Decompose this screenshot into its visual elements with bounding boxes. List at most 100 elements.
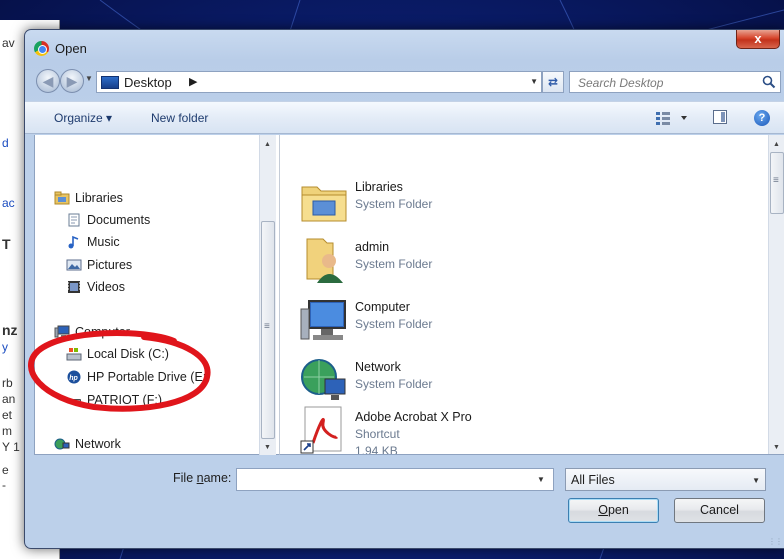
forward-button[interactable]: ▶ — [60, 69, 84, 93]
file-name: Network — [355, 360, 401, 374]
music-icon — [66, 235, 82, 249]
command-toolbar: Organize ▾ New folder ? — [25, 101, 784, 134]
address-location[interactable]: Desktop — [124, 75, 172, 90]
file-item[interactable]: Libraries System Folder — [299, 175, 432, 231]
nav-item-label: Pictures — [87, 258, 133, 272]
search-input[interactable]: Search Desktop — [578, 76, 663, 90]
organize-button[interactable]: Organize ▾ — [54, 111, 112, 125]
nav-item-label: Libraries — [75, 191, 123, 205]
back-arrow-icon: ◀ — [42, 73, 54, 89]
nav-item-patriot-f[interactable]: PATRIOT (F:) — [66, 391, 162, 409]
svg-text:hp: hp — [69, 375, 78, 382]
file-type: System Folder — [355, 197, 433, 211]
help-icon[interactable]: ? — [754, 110, 770, 126]
back-button[interactable]: ◀ — [36, 69, 60, 93]
nav-item-local-disk-c[interactable]: Local Disk (C:) — [66, 345, 169, 363]
background-text-fragment: - — [2, 478, 6, 492]
file-list-scroll-thumb[interactable] — [770, 152, 784, 214]
nav-item-hp-portable-drive-e[interactable]: hp HP Portable Drive (E:) — [66, 368, 210, 386]
navigation-scrollbar[interactable]: ▲ ▼ — [259, 135, 276, 455]
background-text-fragment: e — [2, 463, 9, 477]
videos-icon — [66, 280, 82, 294]
resize-grip[interactable]: ⋮⋮ — [768, 537, 783, 546]
nav-item-label: PATRIOT (F:) — [87, 393, 162, 407]
nav-item-pictures[interactable]: Pictures — [66, 256, 132, 274]
address-bar[interactable]: Desktop ▶ ▼ — [96, 71, 542, 93]
background-text-fragment: Y 1 — [2, 440, 20, 454]
file-item[interactable]: Computer System Folder — [299, 295, 432, 351]
background-text-fragment: av — [2, 36, 15, 50]
file-item[interactable]: Network System Folder — [299, 355, 432, 411]
nav-item-libraries[interactable]: Libraries — [54, 189, 123, 207]
nav-item-label: Local Disk (C:) — [87, 347, 169, 361]
file-item-text: Computer System Folder — [355, 295, 432, 351]
scroll-down-icon[interactable]: ▼ — [264, 444, 271, 451]
background-text-fragment: d — [2, 136, 9, 150]
title-bar[interactable]: Open x — [25, 30, 784, 62]
background-text-fragment: rb — [2, 376, 13, 390]
local-disk-icon — [66, 347, 82, 361]
file-item[interactable]: Adobe Acrobat X Pro Shortcut 1.94 KB — [299, 405, 472, 455]
file-type: System Folder — [355, 377, 433, 391]
new-folder-button[interactable]: New folder — [151, 111, 208, 125]
navigation-scroll-thumb[interactable] — [261, 221, 275, 439]
documents-icon — [66, 213, 82, 227]
file-name-dropdown-icon[interactable]: ▼ — [537, 475, 545, 484]
background-text-fragment: T — [2, 236, 11, 252]
open-button[interactable]: Open — [568, 498, 659, 523]
address-row: ◀ ▶ ▼ Desktop ▶ ▼ ⇄ Search Desktop — [25, 65, 784, 95]
search-icon[interactable] — [762, 75, 776, 89]
file-item[interactable]: admin System Folder — [299, 235, 432, 291]
file-name: Libraries — [355, 180, 403, 194]
file-list-pane: Adobe Reader XAdobe Acrobat X ProShortcu… — [279, 135, 784, 455]
change-view-icon[interactable] — [655, 110, 689, 126]
hp-drive-icon: hp — [66, 370, 82, 384]
file-item-text: admin System Folder — [355, 235, 432, 291]
computer-icon — [299, 295, 349, 345]
file-name: Adobe Acrobat X Pro — [355, 410, 472, 424]
file-type-select[interactable]: All Files ▼ — [565, 468, 766, 491]
breadcrumb-arrow-icon[interactable]: ▶ — [189, 75, 197, 88]
nav-item-documents[interactable]: Documents — [66, 211, 150, 229]
scroll-up-icon[interactable]: ▲ — [264, 141, 271, 148]
nav-item-computer[interactable]: Computer — [54, 323, 130, 341]
address-dropdown-icon[interactable]: ▼ — [530, 77, 538, 86]
background-text-fragment: m — [2, 424, 12, 438]
file-type: System Folder — [355, 257, 433, 271]
desktop-icon — [101, 76, 119, 89]
file-type-dropdown-icon[interactable]: ▼ — [752, 476, 760, 485]
file-item-text: Libraries System Folder — [355, 175, 432, 231]
nav-item-music[interactable]: Music — [66, 233, 120, 251]
libraries-icon — [54, 191, 70, 205]
file-list-scrollbar[interactable]: ▲ ▼ — [768, 135, 784, 454]
search-box[interactable]: Search Desktop — [569, 71, 781, 93]
nav-item-label: Network — [75, 437, 121, 451]
close-button[interactable]: x — [736, 30, 780, 49]
file-name: admin — [355, 240, 390, 254]
file-item-text: Network System Folder — [355, 355, 432, 411]
cancel-button[interactable]: Cancel — [674, 498, 765, 523]
nav-item-label: Documents — [87, 213, 151, 227]
nav-item-label: Computer — [75, 325, 130, 339]
file-name-input[interactable] — [236, 468, 554, 491]
scroll-down-icon[interactable]: ▼ — [773, 444, 780, 451]
preview-pane-icon[interactable] — [713, 110, 727, 124]
refresh-button[interactable]: ⇄ — [542, 71, 564, 93]
usb-drive-icon — [66, 393, 82, 407]
pictures-icon — [66, 258, 82, 272]
nav-item-label: Videos — [87, 280, 125, 294]
recent-locations-dropdown[interactable]: ▼ — [85, 74, 93, 83]
background-text-fragment: y — [2, 340, 8, 354]
file-size: 1.94 KB — [355, 444, 398, 455]
background-text-fragment: nz — [2, 322, 18, 338]
nav-item-label: Music — [87, 235, 120, 249]
network-globe-icon — [299, 355, 349, 405]
nav-item-videos[interactable]: Videos — [66, 278, 125, 296]
scroll-up-icon[interactable]: ▲ — [773, 141, 780, 148]
libraries-folder-icon — [299, 175, 349, 225]
nav-item-network[interactable]: Network — [54, 435, 121, 453]
file-type: System Folder — [355, 317, 433, 331]
background-text-fragment: ac — [2, 196, 15, 210]
file-name-label: File name: — [173, 471, 232, 485]
nav-item-label: HP Portable Drive (E:) — [87, 370, 211, 384]
